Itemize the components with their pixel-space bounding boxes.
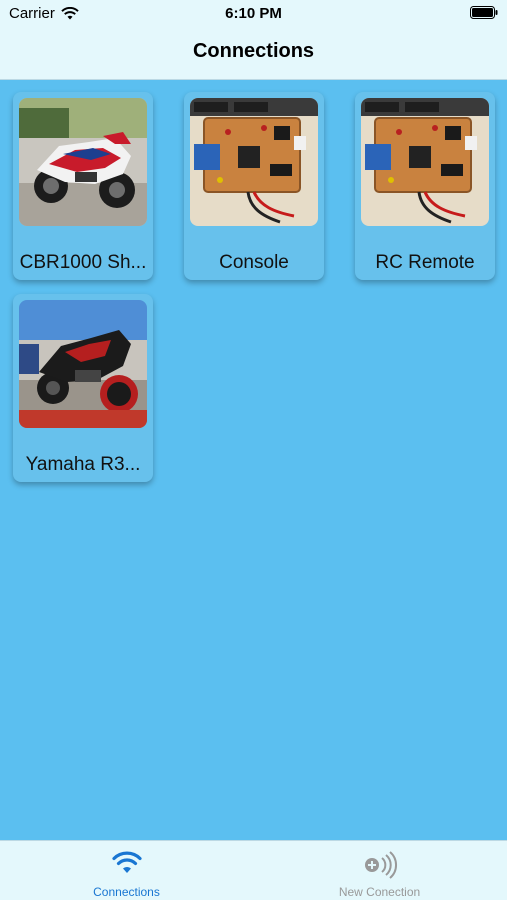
status-time: 6:10 PM	[225, 5, 282, 22]
motorcycle-image	[19, 98, 147, 226]
tab-connections[interactable]: Connections	[0, 841, 253, 900]
connection-thumbnail	[19, 300, 147, 428]
connection-card-console[interactable]: Console	[184, 92, 324, 280]
connection-thumbnail	[190, 98, 318, 226]
tab-new-connection[interactable]: New Conection	[253, 841, 506, 900]
tab-label: Connections	[93, 885, 160, 899]
circuit-board-image	[190, 98, 318, 226]
connection-thumbnail	[361, 98, 489, 226]
connection-card-rc-remote[interactable]: RC Remote	[355, 92, 495, 280]
connection-card-yamaha-r3[interactable]: Yamaha R3...	[13, 294, 153, 482]
connection-card-cbr1000[interactable]: CBR1000 Sh...	[13, 92, 153, 280]
circuit-board-image	[361, 98, 489, 226]
tab-label: New Conection	[338, 885, 421, 899]
connection-thumbnail	[19, 98, 147, 226]
wifi-icon	[111, 851, 142, 873]
motorcycle-image	[19, 300, 147, 428]
status-bar: Carrier 6:10 PM	[0, 0, 507, 28]
connection-label: CBR1000 Sh...	[19, 252, 147, 273]
add-signal-icon	[364, 851, 397, 879]
connection-label: RC Remote	[375, 252, 475, 273]
connection-label: Console	[219, 252, 289, 273]
page-title: Connections	[192, 40, 315, 62]
connection-label: Yamaha R3...	[25, 454, 141, 475]
tab-bar: Connections New Conection	[0, 840, 507, 900]
top-bar: Carrier 6:10 PM Connections	[0, 0, 507, 80]
battery-icon	[470, 6, 498, 19]
